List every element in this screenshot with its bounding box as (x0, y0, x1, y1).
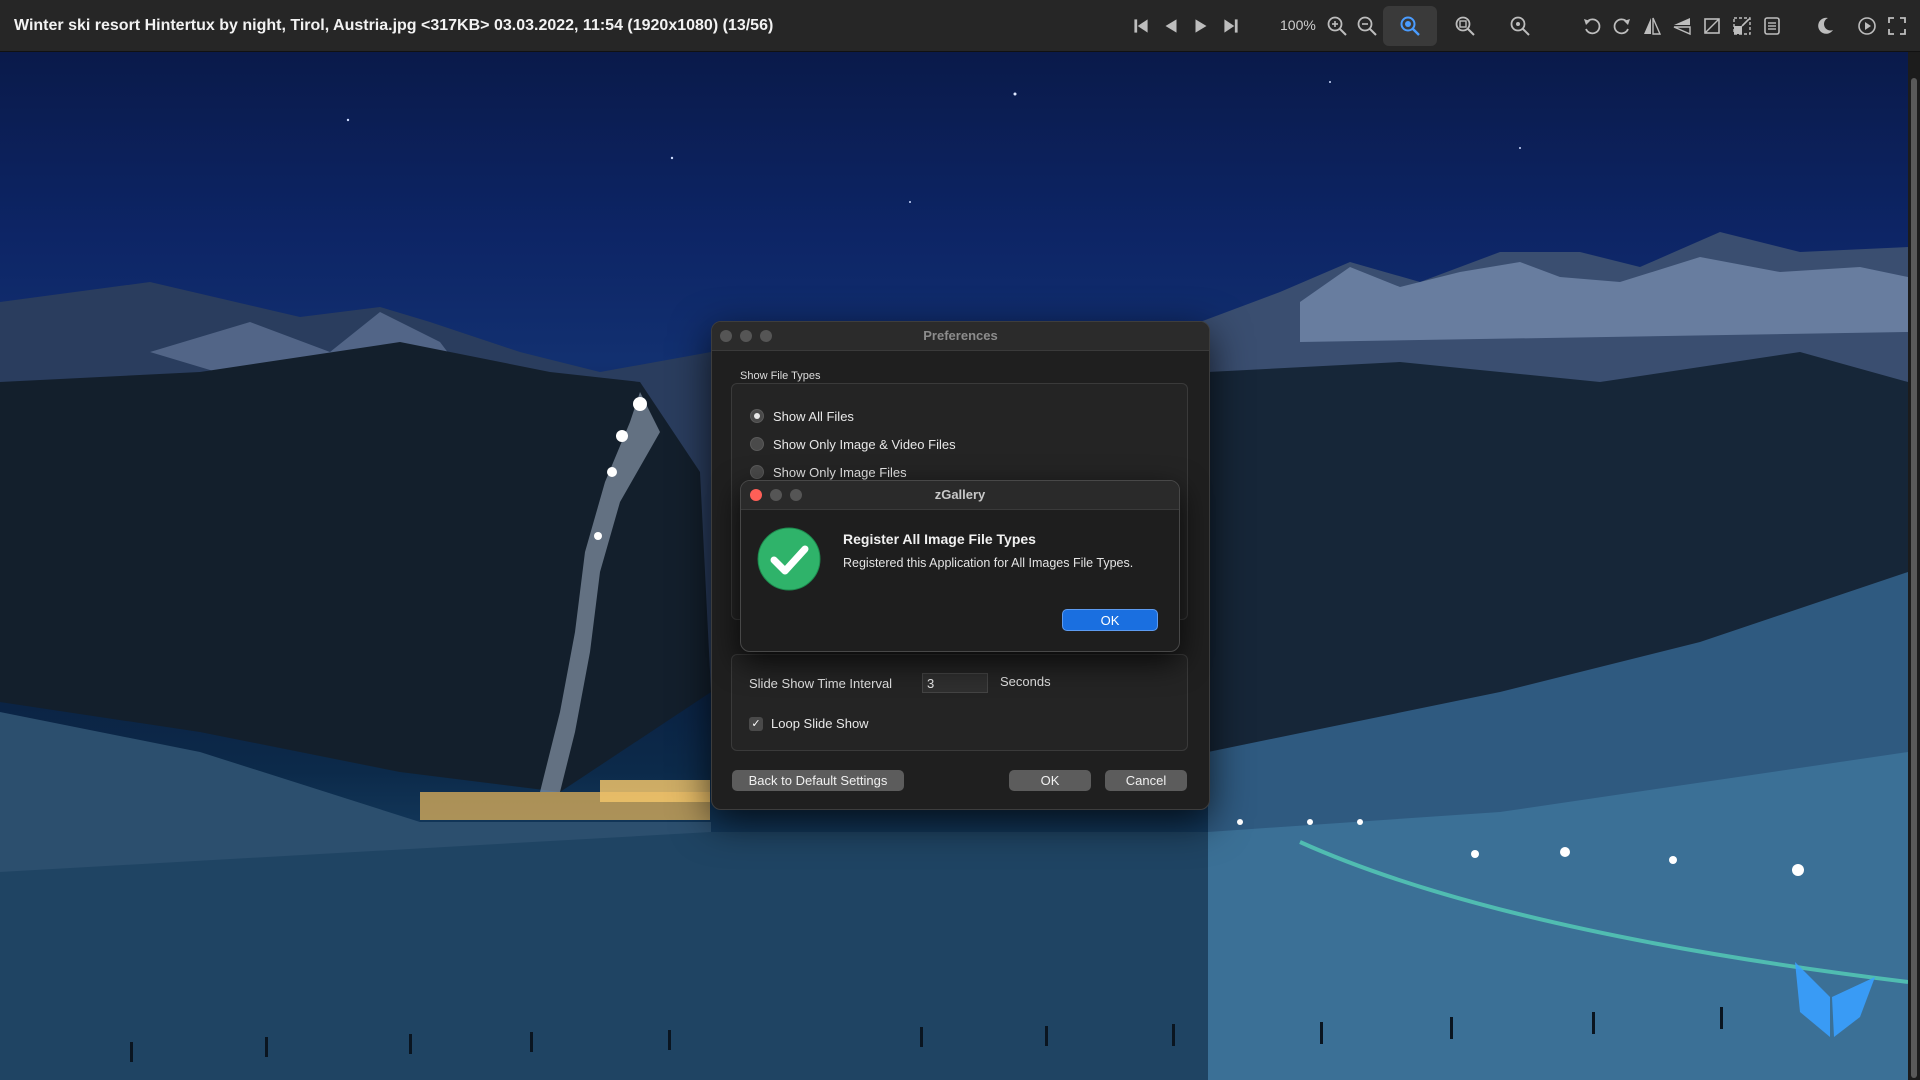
zoom-in-icon[interactable] (1324, 13, 1350, 39)
window-title: Winter ski resort Hintertux by night, Ti… (14, 17, 774, 34)
radio-button[interactable] (750, 465, 764, 479)
first-image-icon[interactable] (1128, 13, 1154, 39)
preferences-cancel-button[interactable]: Cancel (1105, 770, 1187, 791)
alert-title: zGallery (934, 487, 986, 502)
preferences-ok-button[interactable]: OK (1009, 770, 1091, 791)
radio-show-image-video-files[interactable]: Show Only Image & Video Files (750, 434, 956, 454)
loop-slideshow-label: Loop Slide Show (771, 716, 869, 731)
preferences-title: Preferences (923, 328, 998, 343)
radio-label: Show Only Image Files (773, 464, 907, 480)
zoom-actual-icon[interactable] (1452, 13, 1478, 39)
info-icon[interactable] (1759, 13, 1785, 39)
loop-slideshow-checkbox-row[interactable]: ✓ Loop Slide Show (749, 716, 869, 731)
crop-icon[interactable] (1699, 13, 1725, 39)
success-check-icon (757, 527, 821, 591)
vertical-scrollbar[interactable] (1908, 52, 1920, 1080)
zgallery-alert-dialog: zGallery Register All Image File Types R… (740, 480, 1180, 652)
slideshow-interval-label: Slide Show Time Interval (749, 676, 893, 691)
preferences-titlebar[interactable]: Preferences (712, 322, 1209, 351)
scrollbar-thumb[interactable] (1911, 78, 1917, 1078)
radio-label: Show All Files (773, 408, 854, 424)
radio-show-image-files[interactable]: Show Only Image Files (750, 462, 907, 482)
fullscreen-icon[interactable] (1884, 13, 1910, 39)
last-image-icon[interactable] (1218, 13, 1244, 39)
zoom-fit-icon[interactable] (1383, 6, 1437, 46)
alert-ok-button[interactable]: OK (1062, 609, 1158, 631)
rotate-left-icon[interactable] (1579, 13, 1605, 39)
alert-message: Registered this Application for All Imag… (843, 556, 1134, 570)
previous-image-icon[interactable] (1158, 13, 1184, 39)
slideshow-icon[interactable] (1854, 13, 1880, 39)
zoom-out-icon[interactable] (1354, 13, 1380, 39)
alert-titlebar[interactable]: zGallery (741, 481, 1179, 510)
top-toolbar: Winter ski resort Hintertux by night, Ti… (0, 0, 1920, 52)
zoom-level: 100% (1280, 17, 1316, 33)
radio-button[interactable] (750, 437, 764, 451)
flip-vertical-icon[interactable] (1669, 13, 1695, 39)
back-to-default-button[interactable]: Back to Default Settings (732, 770, 904, 791)
radio-show-all-files[interactable]: Show All Files (750, 406, 854, 426)
rotate-right-icon[interactable] (1609, 13, 1635, 39)
radio-label: Show Only Image & Video Files (773, 436, 956, 452)
alert-heading: Register All Image File Types (843, 531, 1036, 547)
slideshow-interval-input[interactable] (922, 673, 988, 693)
flip-horizontal-icon[interactable] (1639, 13, 1665, 39)
file-types-section-label: Show File Types (740, 370, 821, 382)
loop-slideshow-checkbox[interactable]: ✓ (749, 716, 763, 731)
slideshow-group (731, 654, 1188, 751)
zoom-custom-icon[interactable] (1507, 13, 1533, 39)
seconds-label: Seconds (1000, 674, 1051, 689)
dark-mode-icon[interactable] (1812, 13, 1838, 39)
radio-button[interactable] (750, 409, 764, 423)
resize-icon[interactable] (1729, 13, 1755, 39)
next-image-icon[interactable] (1188, 13, 1214, 39)
